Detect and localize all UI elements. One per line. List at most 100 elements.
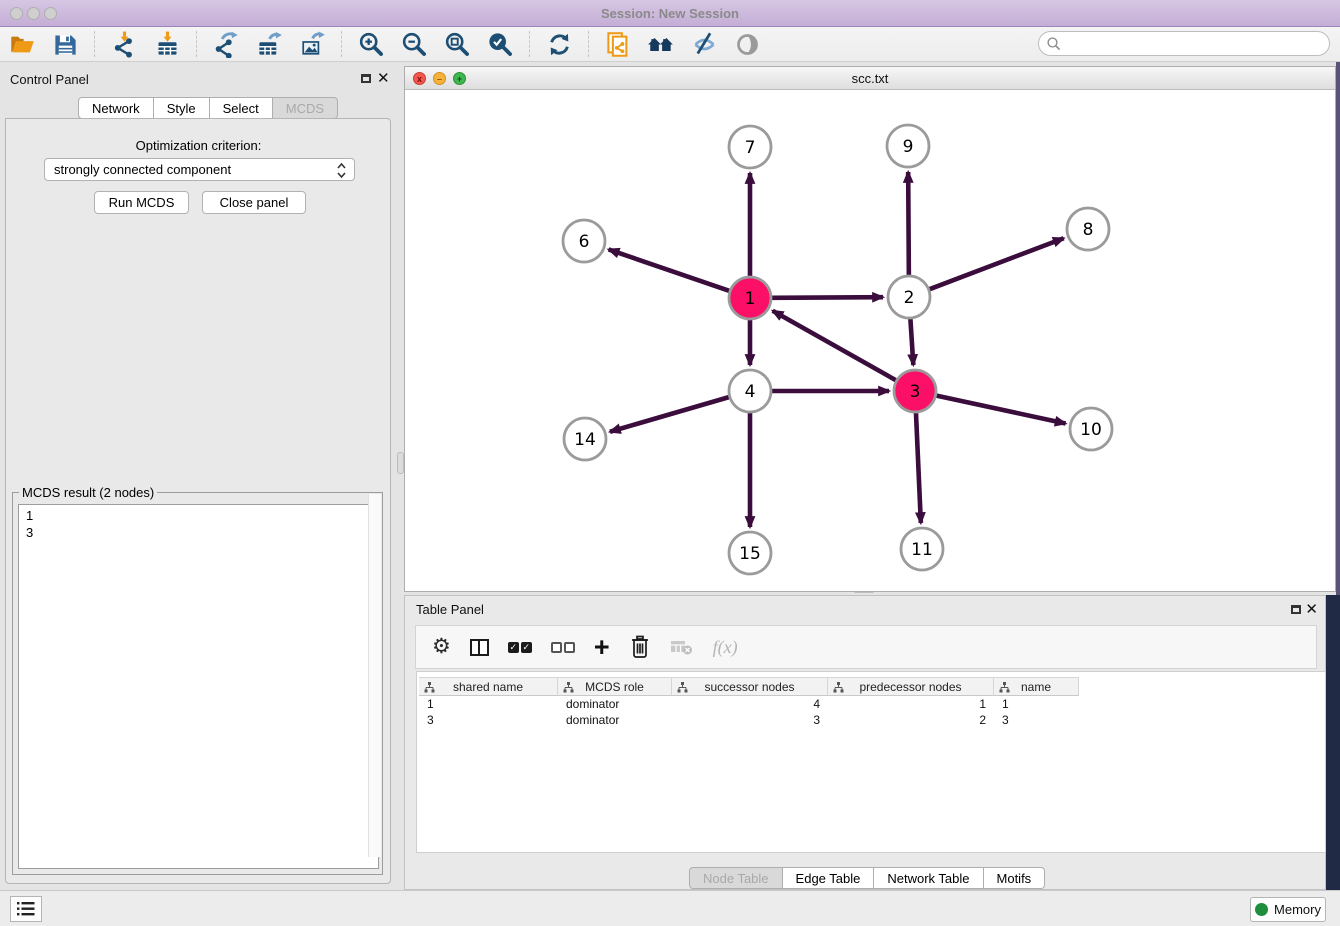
graph-edge-3-10[interactable] [937,396,1066,424]
add-column-icon[interactable]: + [594,633,610,661]
graph-node-8[interactable]: 8 [1067,208,1109,250]
search-field[interactable] [1038,31,1330,56]
mcds-result-scrollbar[interactable] [368,494,381,857]
float-panel-icon[interactable] [1291,605,1301,614]
import-network-icon[interactable] [110,30,138,58]
graph-edge-1-2[interactable] [772,297,883,298]
graph-node-3[interactable]: 3 [894,370,936,412]
show-all-networks-icon[interactable] [647,30,675,58]
svg-text:1: 1 [745,289,756,309]
table-panel-title: Table Panel [416,602,484,617]
close-panel-button[interactable]: Close panel [202,191,306,214]
graph-edge-2-9[interactable] [908,172,909,275]
graph-node-6[interactable]: 6 [563,220,605,262]
search-icon [1046,36,1062,52]
zoom-out-icon[interactable] [400,30,428,58]
status-bar: Memory [0,890,1340,926]
node-table: shared nameMCDS rolesuccessor nodesprede… [416,671,1326,853]
apply-layout-icon[interactable] [545,30,573,58]
zoom-selected-icon[interactable] [486,30,514,58]
graph-edge-3-1[interactable] [773,311,896,380]
save-session-icon[interactable] [51,30,79,58]
column-header-MCDS-role[interactable]: MCDS role [558,677,672,696]
new-network-from-selection-icon[interactable] [604,30,632,58]
criterion-dropdown-value: strongly connected component [54,162,231,177]
mcds-result-title: MCDS result (2 nodes) [19,485,157,500]
column-header-predecessor-nodes[interactable]: predecessor nodes [828,677,994,696]
table-cell: 3 [672,712,828,728]
graph-node-2[interactable]: 2 [888,276,930,318]
graph-edge-1-6[interactable] [609,249,730,290]
svg-text:3: 3 [910,382,921,402]
toolbar-separator [529,31,530,57]
tab-mcds[interactable]: MCDS [273,97,338,119]
control-panel: Control Panel ✕ NetworkStyleSelectMCDS O… [0,62,397,890]
column-header-name[interactable]: name [994,677,1079,696]
toolbar-separator [94,31,95,57]
open-file-icon[interactable] [8,30,36,58]
vertical-splitter-handle[interactable] [397,452,404,474]
window-title: Session: New Session [0,6,1340,21]
graph-edge-4-14[interactable] [610,397,729,432]
svg-text:6: 6 [579,232,590,252]
graph-edge-2-3[interactable] [910,319,913,365]
run-mcds-button[interactable]: Run MCDS [94,191,189,214]
graph-node-10[interactable]: 10 [1070,408,1112,450]
graph-edge-3-11[interactable] [916,413,921,523]
gear-icon[interactable]: ⚙ [432,633,451,661]
svg-text:9: 9 [903,137,914,157]
network-view-window: x – + scc.txt 7968124314101511 [404,66,1336,592]
zoom-fit-icon[interactable] [443,30,471,58]
tab-style[interactable]: Style [154,97,210,119]
table-cell: 3 [994,712,1079,728]
import-table-icon[interactable] [153,30,181,58]
tab-edge-table[interactable]: Edge Table [783,867,875,889]
show-graphics-details-icon[interactable] [733,30,761,58]
table-header-row: shared nameMCDS rolesuccessor nodesprede… [419,677,1079,696]
tab-select[interactable]: Select [210,97,273,119]
criterion-dropdown[interactable]: strongly connected component [44,158,355,181]
graph-node-7[interactable]: 7 [729,126,771,168]
network-canvas[interactable]: 7 9 6 8 1 2 4 3 14 10 15 11 [405,90,1335,591]
toolbar-separator [341,31,342,57]
delete-column-icon[interactable] [629,633,651,661]
table-row[interactable]: 3dominator323 [419,712,1079,728]
hide-network-overview-icon[interactable] [690,30,718,58]
table-cell: 3 [419,712,558,728]
graph-node-11[interactable]: 11 [901,528,943,570]
export-table-icon[interactable] [255,30,283,58]
table-row[interactable]: 1dominator411 [419,696,1079,712]
graph-node-4[interactable]: 4 [729,370,771,412]
task-history-button[interactable] [10,896,42,922]
select-all-columns-icon[interactable]: ✓✓ [508,633,532,661]
table-cell: 1 [419,696,558,712]
graph-edge-2-8[interactable] [930,238,1064,289]
graph-node-1[interactable]: 1 [729,277,771,319]
close-panel-icon[interactable]: ✕ [1305,604,1318,616]
search-input[interactable] [1062,34,1329,54]
show-columns-icon[interactable] [470,633,489,661]
graph-node-14[interactable]: 14 [564,418,606,460]
export-image-icon[interactable] [298,30,326,58]
tab-network[interactable]: Network [78,97,154,119]
column-header-shared-name[interactable]: shared name [419,677,558,696]
table-cell: 1 [828,696,994,712]
tab-motifs[interactable]: Motifs [984,867,1046,889]
tab-node-table[interactable]: Node Table [689,867,783,889]
svg-text:7: 7 [745,138,756,158]
memory-button[interactable]: Memory [1250,897,1326,922]
network-window-title: scc.txt [405,71,1335,86]
close-panel-icon[interactable]: ✕ [377,73,390,85]
tab-network-table[interactable]: Network Table [874,867,983,889]
unselect-all-columns-icon[interactable] [551,633,575,661]
mcds-result-text[interactable]: 1 3 [18,504,379,869]
graph-node-9[interactable]: 9 [887,125,929,167]
table-rows: 1dominator4113dominator323 [419,696,1079,728]
export-network-icon[interactable] [212,30,240,58]
table-cell: dominator [558,712,672,728]
column-header-successor-nodes[interactable]: successor nodes [672,677,828,696]
float-panel-icon[interactable] [361,74,371,83]
graph-node-15[interactable]: 15 [729,532,771,574]
svg-text:10: 10 [1080,420,1102,440]
zoom-in-icon[interactable] [357,30,385,58]
